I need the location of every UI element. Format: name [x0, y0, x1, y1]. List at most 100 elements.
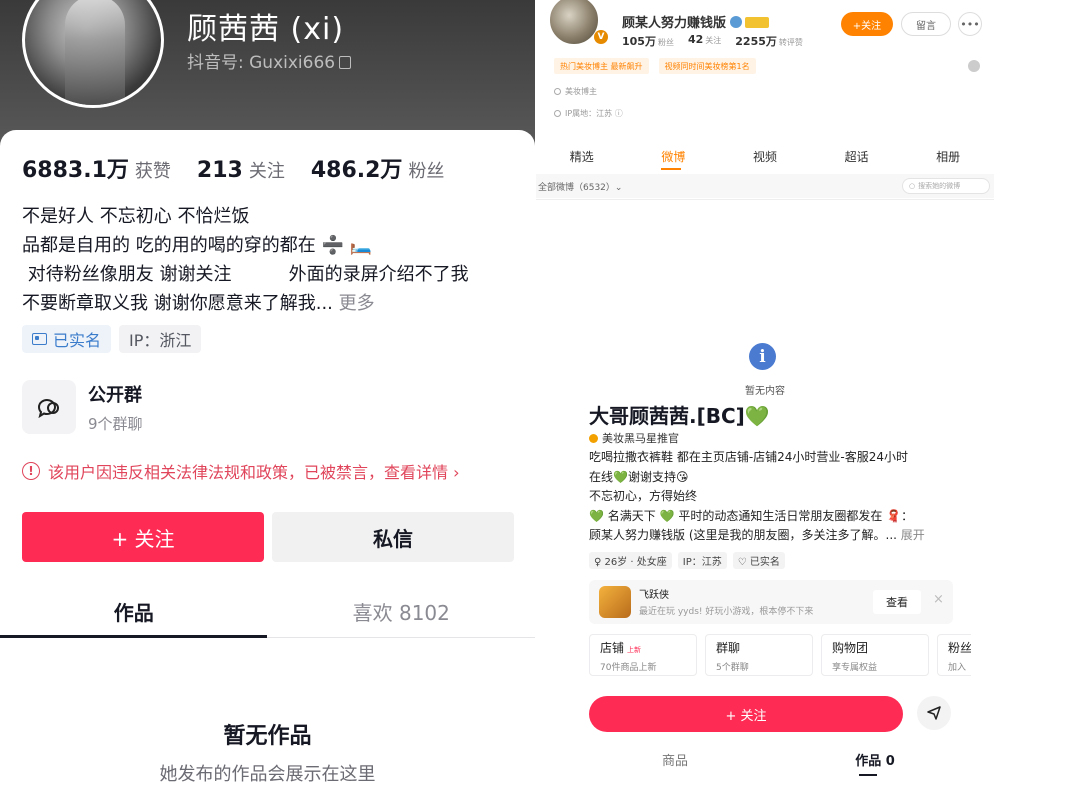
feature-cards: 店铺 上新 70件商品上新 群聊 5个群聊 购物团 享专属权益 粉丝 加入	[589, 634, 971, 676]
avatar-figure	[65, 0, 125, 105]
badge-hot[interactable]: 热门美妆博主 最新飙升	[554, 58, 649, 74]
card-shop-new: 上新	[627, 646, 642, 654]
bio-line-text: 顾某人努力赚钱版 (这里是我的朋友圈，多关注多了解。...	[589, 528, 897, 542]
weibo-stat-reposts[interactable]: 2255万 转评赞	[735, 33, 803, 49]
ban-notice[interactable]: ! 该用户因违反相关法律法规和政策，已被禁言，查看详情 ›	[22, 459, 460, 483]
bio-line: 顾某人努力赚钱版 (这里是我的朋友圈，多关注多了解。... 展开	[589, 526, 925, 546]
tab-likes[interactable]: 喜欢 8102	[268, 586, 536, 637]
card-shop[interactable]: 店铺 上新 70件商品上新	[589, 634, 697, 676]
meta-role: 美妆博主	[554, 86, 597, 97]
weibo-follow-button[interactable]: +关注	[841, 12, 893, 36]
weibo-reposts-num: 2255万	[735, 35, 777, 48]
share-icon[interactable]	[917, 696, 951, 730]
more-icon[interactable]: •••	[958, 12, 982, 36]
all-weibo-dropdown[interactable]: 全部微博（6532）⌄	[538, 180, 622, 193]
game-name: 飞跃侠	[639, 590, 669, 601]
card-fans-title: 粉丝	[948, 641, 971, 655]
stat-likes-num: 6883.1万	[22, 158, 129, 183]
meta-role-text: 美妆博主	[565, 87, 597, 96]
verified-tag-label: 已实名	[53, 331, 102, 350]
card-shopping-title: 购物团	[832, 641, 869, 655]
content-tabs: 商品 作品 0	[575, 750, 975, 769]
stat-following[interactable]: 213 关注	[197, 157, 285, 183]
card-groups[interactable]: 群聊 5个群聊	[705, 634, 813, 676]
tab-works[interactable]: 作品	[0, 586, 268, 637]
certification: 美妆黑马星推官	[589, 430, 679, 446]
chat-bubble-icon	[22, 380, 76, 434]
bio-line: 对待粉丝像朋友 谢谢关注 外面的录屏介绍不了我	[22, 264, 469, 285]
public-group-text: 公开群 9个群聊	[88, 381, 143, 434]
weibo-search-input[interactable]: ○ 搜索她的微博	[902, 178, 990, 194]
weibo-tabs: 精选 微博 视频 超话 相册	[536, 148, 994, 165]
card-shop-title: 店铺	[600, 641, 625, 655]
tab-album[interactable]: 相册	[902, 148, 994, 165]
bio-line: 不是好人 不忘初心 不恰烂饭	[22, 206, 250, 227]
bio-line: 在线💚谢谢支持😘	[589, 469, 689, 484]
weibo-tab-underline	[661, 168, 681, 170]
profile-tags: 已实名 IP：浙江	[22, 325, 202, 353]
bio-line: 💚 名满天下 💚 平时的动态通知生活日常朋友圈都发在 🧣：	[589, 508, 914, 523]
verified-v-icon: V	[594, 30, 608, 44]
game-description: 最近在玩 yyds! 好玩小游戏，根本停不下来	[639, 607, 814, 617]
tab-products[interactable]: 商品	[575, 750, 775, 769]
stat-likes[interactable]: 6883.1万 获赞	[22, 152, 171, 184]
badge-rank[interactable]: 视频同时间美妆榜第1名	[658, 58, 756, 74]
copy-icon[interactable]	[339, 56, 352, 69]
tab-video[interactable]: 视频	[719, 148, 811, 165]
tab-works[interactable]: 作品 0	[775, 750, 975, 769]
empty-title: 暂无作品	[223, 724, 312, 749]
weibo-avatar[interactable]	[548, 0, 600, 46]
card-fans[interactable]: 粉丝 加入	[937, 634, 971, 676]
info-icon: i	[749, 343, 776, 370]
close-icon[interactable]: ×	[933, 592, 944, 607]
follow-button[interactable]: + 关注	[22, 512, 264, 562]
weibo-stat-followers[interactable]: 105万 粉丝	[622, 33, 674, 49]
weibo-followers-num: 105万	[622, 35, 656, 48]
card-shopping-group[interactable]: 购物团 享专属权益	[821, 634, 929, 676]
weibo-following-num: 42	[687, 33, 704, 46]
meta-ip: IP属地：江苏 ⓘ	[554, 108, 623, 119]
douyin-profile-right: 大哥顾茜茜.[BC]💚 美妆黑马星推官 吃喝拉撒衣裤鞋 都在主页店铺-店铺24小…	[575, 398, 975, 810]
age-chip: ♀ 26岁 · 处女座	[589, 552, 672, 569]
tab-weibo[interactable]: 微博	[628, 148, 720, 165]
id-card-icon	[32, 333, 47, 345]
weibo-empty-area: i 暂无内容	[536, 200, 994, 400]
expand-icon[interactable]	[968, 60, 980, 72]
meta-ip-text: IP属地：江苏 ⓘ	[565, 109, 623, 118]
tab-supertopic[interactable]: 超话	[811, 148, 903, 165]
game-view-button[interactable]: 查看	[873, 590, 921, 614]
search-placeholder: 搜索她的微博	[918, 182, 961, 190]
bio-expand-link[interactable]: 展开	[901, 528, 925, 542]
leave-message-button[interactable]: 留言	[901, 12, 951, 36]
profile-title: 大哥顾茜茜.[BC]💚	[589, 404, 770, 428]
card-shop-sub: 70件商品上新	[600, 663, 657, 673]
profile-bio: 不是好人 不忘初心 不恰烂饭 品都是自用的 吃的用的喝的穿的都在 ➗ 🛏️ 对待粉…	[22, 202, 522, 318]
bio-more-link[interactable]: 更多	[339, 293, 375, 314]
bio-line: 不要断章取义我 谢谢你愿意来了解我... 更多	[22, 289, 522, 318]
profile-bio: 吃喝拉撒衣裤鞋 都在主页店铺-店铺24小时营业-客服24小时 在线💚谢谢支持😘 不忘…	[589, 448, 925, 546]
follow-button[interactable]: + 关注	[589, 696, 903, 732]
stat-followers[interactable]: 486.2万 粉丝	[311, 152, 445, 184]
public-group[interactable]: 公开群 9个群聊	[22, 380, 143, 434]
weibo-name-text: 顾某人努力赚钱版	[622, 16, 727, 31]
douyin-profile-left: 顾茜茜 (xi) 抖音号: Guxixi666 6883.1万 获赞 213 关注 …	[0, 0, 535, 810]
weibo-reposts-label: 转评赞	[778, 38, 803, 47]
message-button[interactable]: 私信	[272, 512, 514, 562]
warning-icon: !	[22, 462, 40, 480]
stat-followers-label: 粉丝	[408, 161, 445, 182]
group-title: 公开群	[88, 384, 142, 406]
weibo-followers-label: 粉丝	[657, 38, 674, 47]
weibo-stat-following[interactable]: 42 关注	[688, 33, 721, 49]
verified-tag[interactable]: 已实名	[22, 325, 112, 353]
bio-line: 吃喝拉撒衣裤鞋 都在主页店铺-店铺24小时营业-客服24小时	[589, 450, 909, 464]
stat-following-num: 213	[196, 158, 243, 183]
profile-stats: 6883.1万 获赞 213 关注 486.2万 粉丝	[22, 152, 444, 184]
douyin-id: 抖音号: Guxixi666	[187, 48, 352, 73]
tab-featured[interactable]: 精选	[536, 148, 628, 165]
profile-name: 顾茜茜 (xi)	[187, 12, 345, 47]
certification-text: 美妆黑马星推官	[602, 432, 679, 445]
verified-chip: ♡ 已实名	[732, 552, 785, 569]
game-card[interactable]: 飞跃侠 最近在玩 yyds! 好玩小游戏，根本停不下来 查看 ×	[589, 580, 953, 624]
douyin-id-text: 抖音号: Guxixi666	[187, 53, 336, 73]
content-tabs: 作品 喜欢 8102	[0, 586, 535, 638]
